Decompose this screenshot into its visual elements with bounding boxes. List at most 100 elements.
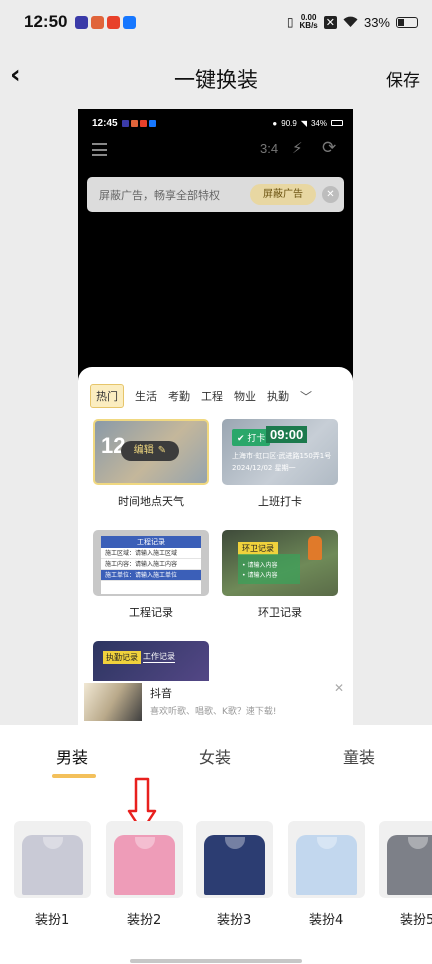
notification-app-icon bbox=[121, 119, 129, 127]
thumb-clock: 09:00 bbox=[266, 426, 308, 443]
edit-label: 编辑 bbox=[133, 445, 154, 456]
top-bar: ‹ 一键换装 保存 bbox=[0, 44, 432, 108]
outfit-thumbnail bbox=[288, 821, 365, 898]
battery-icon bbox=[396, 16, 418, 28]
outfit-item[interactable]: 装扮3 bbox=[196, 821, 273, 928]
thumb-tag: 执勤记录 bbox=[103, 651, 141, 664]
aspect-ratio: 3:4 bbox=[260, 141, 279, 156]
preview-tab: 执勤 bbox=[267, 390, 289, 403]
preview-toolbar: 3:4 ⚡ ⟳ bbox=[78, 137, 353, 171]
template-card: 12 编辑 ✎ 时间地点天气 bbox=[93, 419, 209, 509]
preview-tab: 工程 bbox=[201, 390, 223, 403]
vibrate-icon: ▯ bbox=[286, 15, 294, 29]
outfit-item[interactable]: 装扮5 bbox=[379, 821, 432, 928]
outfit-label: 装扮3 bbox=[217, 913, 252, 928]
tab-kids[interactable]: 童装 bbox=[343, 744, 375, 768]
active-tab-indicator bbox=[52, 774, 96, 778]
preview-status-time: 12:45 bbox=[92, 117, 118, 129]
network-speed: 0.00 KB/s bbox=[300, 14, 318, 30]
outfit-label: 装扮2 bbox=[127, 913, 162, 928]
preview-battery-percent: 34% bbox=[310, 118, 327, 128]
outfit-thumbnail bbox=[14, 821, 91, 898]
save-button[interactable]: 保存 bbox=[386, 66, 420, 91]
tab-men[interactable]: 男装 bbox=[56, 744, 88, 768]
template-name: 时间地点天气 bbox=[118, 495, 184, 508]
template-thumbnail: 工程记录 施工区域：请输入施工区域 施工内容：请输入施工内容 施工单位：请输入施… bbox=[93, 530, 209, 596]
template-card: 环卫记录 • 请输入内容 • 请输入内容 环卫记录 bbox=[222, 530, 338, 620]
tab-women[interactable]: 女装 bbox=[199, 744, 231, 768]
close-icon: ✕ bbox=[333, 681, 344, 695]
thumb-tag: 工作记录 bbox=[143, 652, 175, 663]
status-app-icons bbox=[75, 15, 137, 29]
outfit-item[interactable]: 装扮2 bbox=[106, 821, 183, 928]
network-speed-unit: KB/s bbox=[299, 21, 318, 30]
chevron-down-icon: ﹀ bbox=[300, 389, 313, 404]
thumb-line: 上海市·虹口区·武进路150弄1号 bbox=[232, 452, 332, 460]
location-icon: ● bbox=[272, 118, 278, 128]
thumb-form-header: 工程记录 bbox=[101, 536, 201, 548]
outfit-thumbnail bbox=[106, 821, 183, 898]
preview-app-icons bbox=[121, 119, 156, 127]
thumb-tag: ✔ 打卡 bbox=[232, 429, 271, 446]
thumb-line: • 请输入内容 bbox=[242, 572, 278, 579]
thumb-line: 2024/12/02 星期一 bbox=[232, 464, 296, 472]
outfit-item[interactable]: 装扮1 bbox=[14, 821, 91, 928]
outfit-list: 装扮1 装扮2 装扮3 装扮4 装扮5 bbox=[14, 821, 432, 931]
preview-category-tabs: 热门 生活 考勤 工程 物业 执勤 ﹀ bbox=[90, 383, 350, 409]
status-bar: 12:50 ▯ 0.00 KB/s ✕ 33% bbox=[0, 0, 432, 44]
outfit-label: 装扮4 bbox=[309, 913, 344, 928]
preview-speed: 90.9 bbox=[281, 118, 297, 128]
preview-template-panel: 热门 生活 考勤 工程 物业 执勤 ﹀ 12 编辑✎ 时间地点天气 ✔ 打卡 bbox=[78, 367, 353, 725]
outfit-item[interactable]: 装扮4 bbox=[288, 821, 365, 928]
status-time: 12:50 bbox=[24, 12, 68, 31]
block-ads-button: 屏蔽广告 bbox=[250, 184, 316, 205]
notification-app-icon bbox=[130, 119, 138, 127]
notification-app-icon bbox=[91, 15, 105, 29]
notification-app-icon bbox=[148, 119, 156, 127]
menu-icon bbox=[92, 143, 107, 156]
template-card: ✔ 打卡 09:00 上海市·虹口区·武进路150弄1号 2024/12/02 … bbox=[222, 419, 338, 509]
preview-status-bar: 12:45 ● 90.9 ◥ 34% bbox=[78, 109, 353, 137]
outfit-label: 装扮5 bbox=[400, 913, 432, 928]
thumb-form-row: 施工内容：请输入施工内容 bbox=[101, 559, 201, 570]
notification-app-icon bbox=[139, 119, 147, 127]
worker-figure-icon bbox=[308, 536, 322, 560]
preview-banner-ad: 抖音 喜欢听歌、唱歌、K歌？速下载! ✕ bbox=[84, 681, 348, 725]
thumb-form-row: 施工单位：请输入施工单位 bbox=[101, 570, 201, 581]
banner-ad-subtitle: 喜欢听歌、唱歌、K歌？速下载! bbox=[150, 707, 277, 717]
preview-ad-bar: 屏蔽广告，畅享全部特权 屏蔽广告 ✕ bbox=[87, 177, 344, 212]
preview-tab: 考勤 bbox=[168, 390, 190, 403]
banner-ad-title: 抖音 bbox=[150, 687, 172, 700]
outfit-label: 装扮1 bbox=[35, 913, 70, 928]
ad-bar-text: 屏蔽广告，畅享全部特权 bbox=[99, 189, 220, 202]
thumb-box bbox=[238, 554, 300, 584]
notification-app-icon bbox=[107, 15, 121, 29]
pencil-icon: ✎ bbox=[157, 445, 167, 456]
thumb-form-row: 施工区域：请输入施工区域 bbox=[101, 548, 201, 559]
notification-app-icon bbox=[123, 15, 137, 29]
template-card: 工程记录 施工区域：请输入施工区域 施工内容：请输入施工内容 施工单位：请输入施… bbox=[93, 530, 209, 620]
flash-off-icon: ⚡ bbox=[292, 139, 303, 157]
home-indicator[interactable] bbox=[130, 959, 302, 963]
outfit-thumbnail bbox=[196, 821, 273, 898]
battery-percent: 33% bbox=[363, 14, 390, 30]
template-thumbnail: ✔ 打卡 09:00 上海市·虹口区·武进路150弄1号 2024/12/02 … bbox=[222, 419, 338, 485]
preview-tab: 生活 bbox=[135, 390, 157, 403]
thumb-line: • 请输入内容 bbox=[242, 562, 278, 569]
template-name: 上班打卡 bbox=[258, 495, 302, 508]
outfit-thumbnail bbox=[379, 821, 432, 898]
template-name: 环卫记录 bbox=[258, 606, 302, 619]
preview-tab: 热门 bbox=[90, 384, 124, 408]
wifi-icon: ◥ bbox=[300, 118, 307, 128]
wifi-icon bbox=[343, 16, 358, 27]
page-title: 一键换装 bbox=[174, 68, 258, 92]
template-name: 工程记录 bbox=[129, 606, 173, 619]
notification-app-icon bbox=[75, 15, 89, 29]
preview-tab: 物业 bbox=[234, 390, 256, 403]
template-thumbnail: 环卫记录 • 请输入内容 • 请输入内容 bbox=[222, 530, 338, 596]
switch-camera-icon: ⟳ bbox=[322, 138, 337, 158]
close-icon: ✕ bbox=[322, 186, 339, 203]
banner-ad-image bbox=[84, 683, 142, 721]
battery-icon bbox=[331, 120, 343, 126]
template-thumbnail: 12 编辑 ✎ bbox=[93, 419, 209, 485]
